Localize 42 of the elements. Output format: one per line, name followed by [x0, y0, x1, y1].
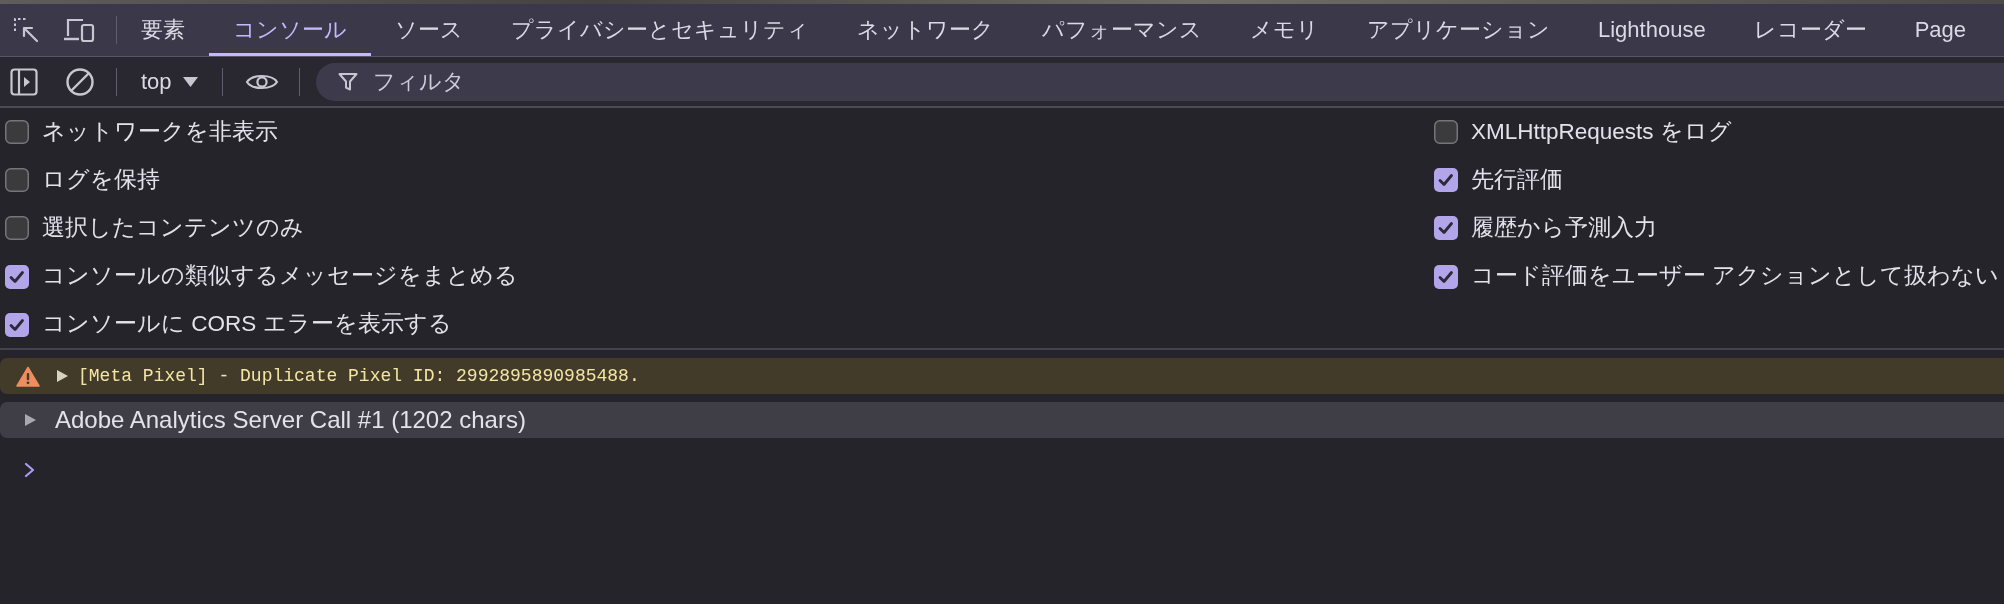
setting-label[interactable]: 先行評価	[1471, 167, 1563, 193]
expand-triangle-icon[interactable]	[57, 370, 68, 382]
setting-label[interactable]: XMLHttpRequests をログ	[1471, 119, 1732, 145]
filter-icon	[337, 71, 358, 92]
checkbox[interactable]	[1434, 120, 1458, 145]
checkbox[interactable]	[1434, 168, 1458, 193]
checkbox[interactable]	[1434, 264, 1458, 289]
setting-label[interactable]: コンソールの類似するメッセージをまとめる	[42, 264, 518, 290]
setting-label[interactable]: ネットワークを非表示	[42, 119, 278, 145]
tab[interactable]: アプリケーション	[1343, 4, 1574, 56]
prompt-chevron-icon	[24, 462, 35, 478]
tab[interactable]: 要素	[117, 4, 209, 56]
setting-label[interactable]: コンソールに CORS エラーを表示する	[42, 312, 452, 338]
tab[interactable]: Page	[1890, 4, 1991, 56]
checkbox[interactable]	[5, 120, 29, 145]
tab[interactable]: ネットワーク	[833, 4, 1018, 56]
inspect-icon[interactable]	[13, 17, 39, 43]
clear-console-icon[interactable]	[65, 66, 95, 97]
setting-label[interactable]: コード評価をユーザー アクションとして扱わない	[1471, 264, 2000, 290]
checkbox[interactable]	[5, 216, 29, 241]
message-text: Adobe Analytics Server Call #1 (1202 chars)	[55, 405, 526, 435]
checkbox[interactable]	[5, 312, 29, 337]
checkbox[interactable]	[5, 168, 29, 193]
sidebar-toggle-icon[interactable]	[10, 67, 38, 96]
warning-icon	[16, 365, 40, 387]
checkbox[interactable]	[5, 264, 29, 289]
checkbox[interactable]	[1434, 216, 1458, 241]
tab[interactable]: メモリ	[1226, 4, 1343, 56]
context-selector[interactable]: top	[141, 70, 198, 93]
tab[interactable]: プライバシーとセキュリティ	[487, 4, 833, 56]
tab[interactable]: パフォーマンス	[1018, 4, 1226, 56]
tab[interactable]: レコーダー	[1729, 4, 1891, 56]
setting-label[interactable]: ログを保持	[42, 167, 160, 193]
expand-triangle-icon[interactable]	[25, 414, 36, 426]
setting-label[interactable]: 履歴から予測入力	[1471, 216, 1657, 241]
message-text: [Meta Pixel] - Duplicate Pixel ID: 2992895890985488.	[78, 364, 640, 388]
device-icon[interactable]	[63, 17, 95, 43]
caret-icon	[182, 76, 198, 87]
tab[interactable]: ソース	[371, 4, 487, 56]
setting-label[interactable]: 選択したコンテンツのみ	[42, 216, 304, 241]
filter-field[interactable]: フィルタ	[315, 62, 2004, 101]
tab[interactable]: Lighthouse	[1574, 4, 1730, 56]
